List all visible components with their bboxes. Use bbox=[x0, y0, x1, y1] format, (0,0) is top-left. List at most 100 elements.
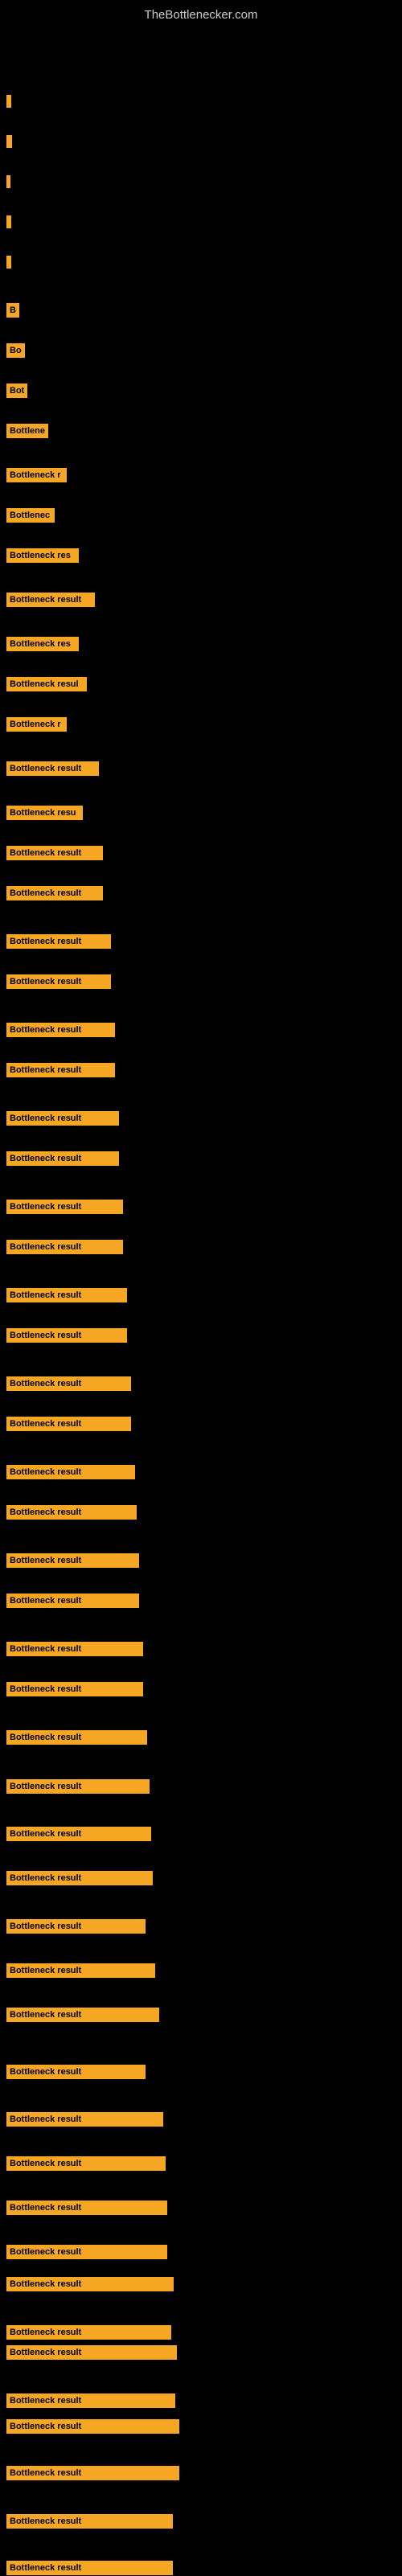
bar-item-24: Bottleneck result bbox=[6, 1062, 115, 1078]
bar-label: Bottleneck result bbox=[6, 2245, 167, 2259]
bar-item-3 bbox=[6, 174, 10, 190]
bar-label: Bottleneck result bbox=[6, 1200, 123, 1214]
bar-item-58: Bottleneck result bbox=[6, 2560, 173, 2576]
bar-item-21: Bottleneck result bbox=[6, 933, 111, 950]
bar-item-54: Bottleneck result bbox=[6, 2393, 175, 2409]
bar-item-41: Bottleneck result bbox=[6, 1826, 151, 1842]
bar-item-32: Bottleneck result bbox=[6, 1416, 131, 1432]
bar-label: Bottleneck result bbox=[6, 1871, 153, 1885]
bar-label: Bottleneck result bbox=[6, 1963, 155, 1978]
bar-label: Bottleneck result bbox=[6, 846, 103, 860]
bar-label: Bottleneck result bbox=[6, 2419, 179, 2434]
bar-label: Bottlene bbox=[6, 424, 48, 438]
bar-item-57: Bottleneck result bbox=[6, 2513, 173, 2529]
bar-item-53: Bottleneck result bbox=[6, 2344, 177, 2361]
bar-stub bbox=[6, 95, 11, 108]
bar-stub bbox=[6, 135, 12, 148]
bar-item-49: Bottleneck result bbox=[6, 2200, 167, 2216]
bar-item-20: Bottleneck result bbox=[6, 885, 103, 901]
bar-item-31: Bottleneck result bbox=[6, 1376, 131, 1392]
bar-label: Bottleneck result bbox=[6, 2008, 159, 2022]
bar-item-18: Bottleneck resu bbox=[6, 805, 83, 821]
bar-item-47: Bottleneck result bbox=[6, 2111, 163, 2127]
bar-label: Bottleneck result bbox=[6, 886, 103, 900]
bar-item-12: Bottleneck res bbox=[6, 548, 79, 564]
bar-item-36: Bottleneck result bbox=[6, 1593, 139, 1609]
bar-label: Bottleneck result bbox=[6, 1063, 115, 1077]
bar-item-19: Bottleneck result bbox=[6, 845, 103, 861]
bar-item-56: Bottleneck result bbox=[6, 2465, 179, 2481]
bar-item-6: B bbox=[6, 302, 19, 318]
bar-label: Bottleneck result bbox=[6, 1919, 146, 1934]
bar-item-48: Bottleneck result bbox=[6, 2156, 166, 2172]
bar-item-28: Bottleneck result bbox=[6, 1239, 123, 1255]
bar-item-46: Bottleneck result bbox=[6, 2064, 146, 2080]
bar-label: Bottleneck r bbox=[6, 468, 67, 482]
bar-item-52: Bottleneck result bbox=[6, 2324, 171, 2340]
bar-item-45: Bottleneck result bbox=[6, 2007, 159, 2023]
bar-item-8: Bot bbox=[6, 383, 27, 399]
bar-item-22: Bottleneck result bbox=[6, 974, 111, 990]
bar-label: Bottleneck res bbox=[6, 637, 79, 651]
bar-item-27: Bottleneck result bbox=[6, 1199, 123, 1215]
bar-label: Bottleneck r bbox=[6, 717, 67, 732]
bar-label: Bottleneck resul bbox=[6, 677, 87, 691]
bar-item-16: Bottleneck r bbox=[6, 716, 67, 732]
bar-item-4 bbox=[6, 214, 11, 230]
bar-item-51: Bottleneck result bbox=[6, 2276, 174, 2292]
bar-stub bbox=[6, 175, 10, 188]
bar-label: Bottleneck result bbox=[6, 2325, 171, 2340]
bar-item-33: Bottleneck result bbox=[6, 1464, 135, 1480]
bar-label: Bottleneck result bbox=[6, 2466, 179, 2480]
bar-item-11: Bottlenec bbox=[6, 507, 55, 523]
bar-label: Bottleneck result bbox=[6, 1328, 127, 1343]
bar-item-35: Bottleneck result bbox=[6, 1553, 139, 1569]
bar-label: Bottleneck result bbox=[6, 1111, 119, 1126]
bar-item-13: Bottleneck result bbox=[6, 592, 95, 608]
bar-label: Bottleneck result bbox=[6, 1642, 143, 1656]
bar-stub bbox=[6, 215, 11, 228]
bar-label: Bottleneck result bbox=[6, 2393, 175, 2408]
bar-item-25: Bottleneck result bbox=[6, 1110, 119, 1126]
bar-label: Bottleneck result bbox=[6, 1465, 135, 1479]
bar-label: Bottleneck result bbox=[6, 1023, 115, 1037]
bar-item-1 bbox=[6, 93, 11, 109]
bar-item-42: Bottleneck result bbox=[6, 1870, 153, 1886]
bar-item-29: Bottleneck result bbox=[6, 1287, 127, 1303]
bar-label: Bottleneck result bbox=[6, 1288, 127, 1302]
bar-item-23: Bottleneck result bbox=[6, 1022, 115, 1038]
bar-item-17: Bottleneck result bbox=[6, 761, 99, 777]
bar-item-10: Bottleneck r bbox=[6, 467, 67, 483]
bar-item-44: Bottleneck result bbox=[6, 1963, 155, 1979]
site-title: TheBottlenecker.com bbox=[0, 0, 402, 29]
bar-label: Bottleneck res bbox=[6, 548, 79, 563]
bar-item-34: Bottleneck result bbox=[6, 1504, 137, 1520]
bar-label: Bottleneck result bbox=[6, 1682, 143, 1696]
bar-label: Bottleneck result bbox=[6, 1505, 137, 1520]
bar-item-40: Bottleneck result bbox=[6, 1778, 150, 1795]
bar-label: Bottleneck result bbox=[6, 934, 111, 949]
bar-label: Bottleneck result bbox=[6, 1417, 131, 1431]
bar-item-9: Bottlene bbox=[6, 423, 48, 439]
bar-label: Bottleneck result bbox=[6, 2514, 173, 2529]
bar-label: Bottleneck result bbox=[6, 1779, 150, 1794]
bar-label: Bottleneck result bbox=[6, 2112, 163, 2127]
bar-label: Bottleneck result bbox=[6, 1240, 123, 1254]
bar-item-50: Bottleneck result bbox=[6, 2244, 167, 2260]
bar-label: Bottleneck result bbox=[6, 1730, 147, 1745]
bar-label: Bottleneck result bbox=[6, 2277, 174, 2291]
bar-label: Bottlenec bbox=[6, 508, 55, 523]
bar-label: Bottleneck result bbox=[6, 1151, 119, 1166]
bar-item-5 bbox=[6, 254, 11, 270]
bar-item-39: Bottleneck result bbox=[6, 1729, 147, 1745]
bar-item-14: Bottleneck res bbox=[6, 636, 79, 652]
bar-label: Bottleneck result bbox=[6, 2156, 166, 2171]
bar-item-2 bbox=[6, 133, 12, 150]
page-wrapper: TheBottlenecker.com B Bo Bot Bottlene Bottle… bbox=[0, 0, 402, 2573]
bar-item-37: Bottleneck result bbox=[6, 1641, 143, 1657]
bars-area: B Bo Bot Bottlene Bottleneck r Bottlenec Bottl… bbox=[0, 29, 402, 2562]
bar-item-55: Bottleneck result bbox=[6, 2418, 179, 2434]
bar-item-7: Bo bbox=[6, 343, 25, 359]
bar-label: Bottleneck result bbox=[6, 2201, 167, 2215]
bar-label: Bot bbox=[6, 384, 27, 398]
